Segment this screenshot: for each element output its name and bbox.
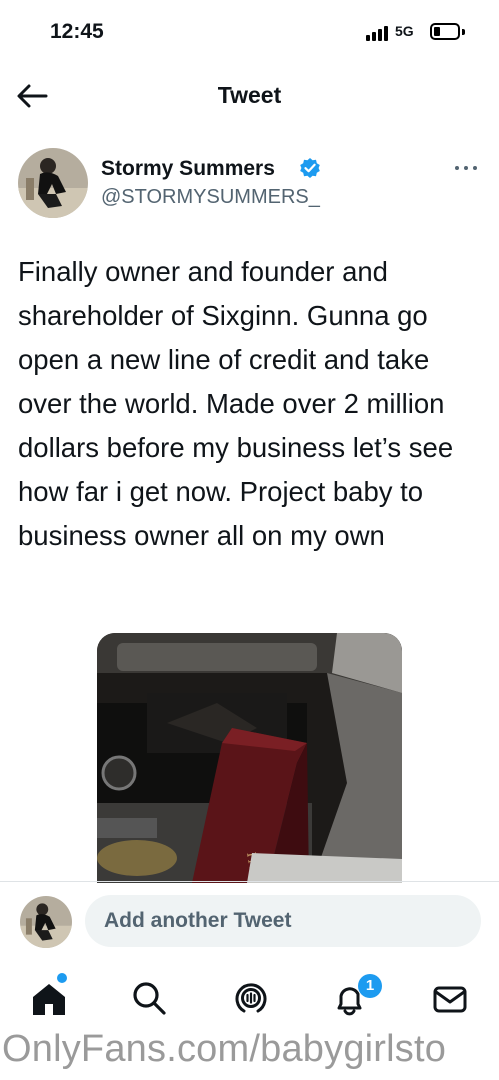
messages-icon[interactable] — [431, 980, 469, 1018]
display-name[interactable]: Stormy Summers — [101, 157, 275, 181]
page-title: Tweet — [217, 82, 282, 108]
more-options-icon[interactable] — [453, 158, 479, 178]
battery-cap — [462, 29, 465, 35]
tweet-media-image[interactable]: INN — [97, 633, 402, 883]
home-icon[interactable] — [30, 980, 68, 1018]
user-handle[interactable]: @STORMYSUMMERS_ — [101, 186, 320, 209]
search-icon[interactable] — [130, 979, 168, 1017]
status-time: 12:45 — [50, 20, 104, 43]
add-tweet-placeholder: Add another Tweet — [104, 909, 292, 932]
verified-badge-icon — [299, 157, 321, 179]
battery-icon — [430, 23, 460, 40]
add-tweet-input[interactable]: Add another Tweet — [85, 895, 481, 947]
home-unread-dot — [57, 973, 67, 983]
notification-count-badge: 1 — [358, 974, 382, 998]
reply-avatar — [20, 896, 72, 948]
status-bar: 12:45 5G — [0, 0, 499, 64]
header: Tweet — [0, 64, 499, 128]
divider — [0, 881, 499, 882]
signal-icon — [366, 25, 390, 41]
tweet-text: Finally owner and founder and shareholde… — [18, 256, 454, 551]
network-label: 5G — [395, 23, 414, 39]
spaces-icon[interactable] — [232, 979, 270, 1017]
watermark-text: OnlyFans.com/babygirlsto — [2, 1028, 447, 1070]
avatar[interactable] — [18, 148, 88, 218]
